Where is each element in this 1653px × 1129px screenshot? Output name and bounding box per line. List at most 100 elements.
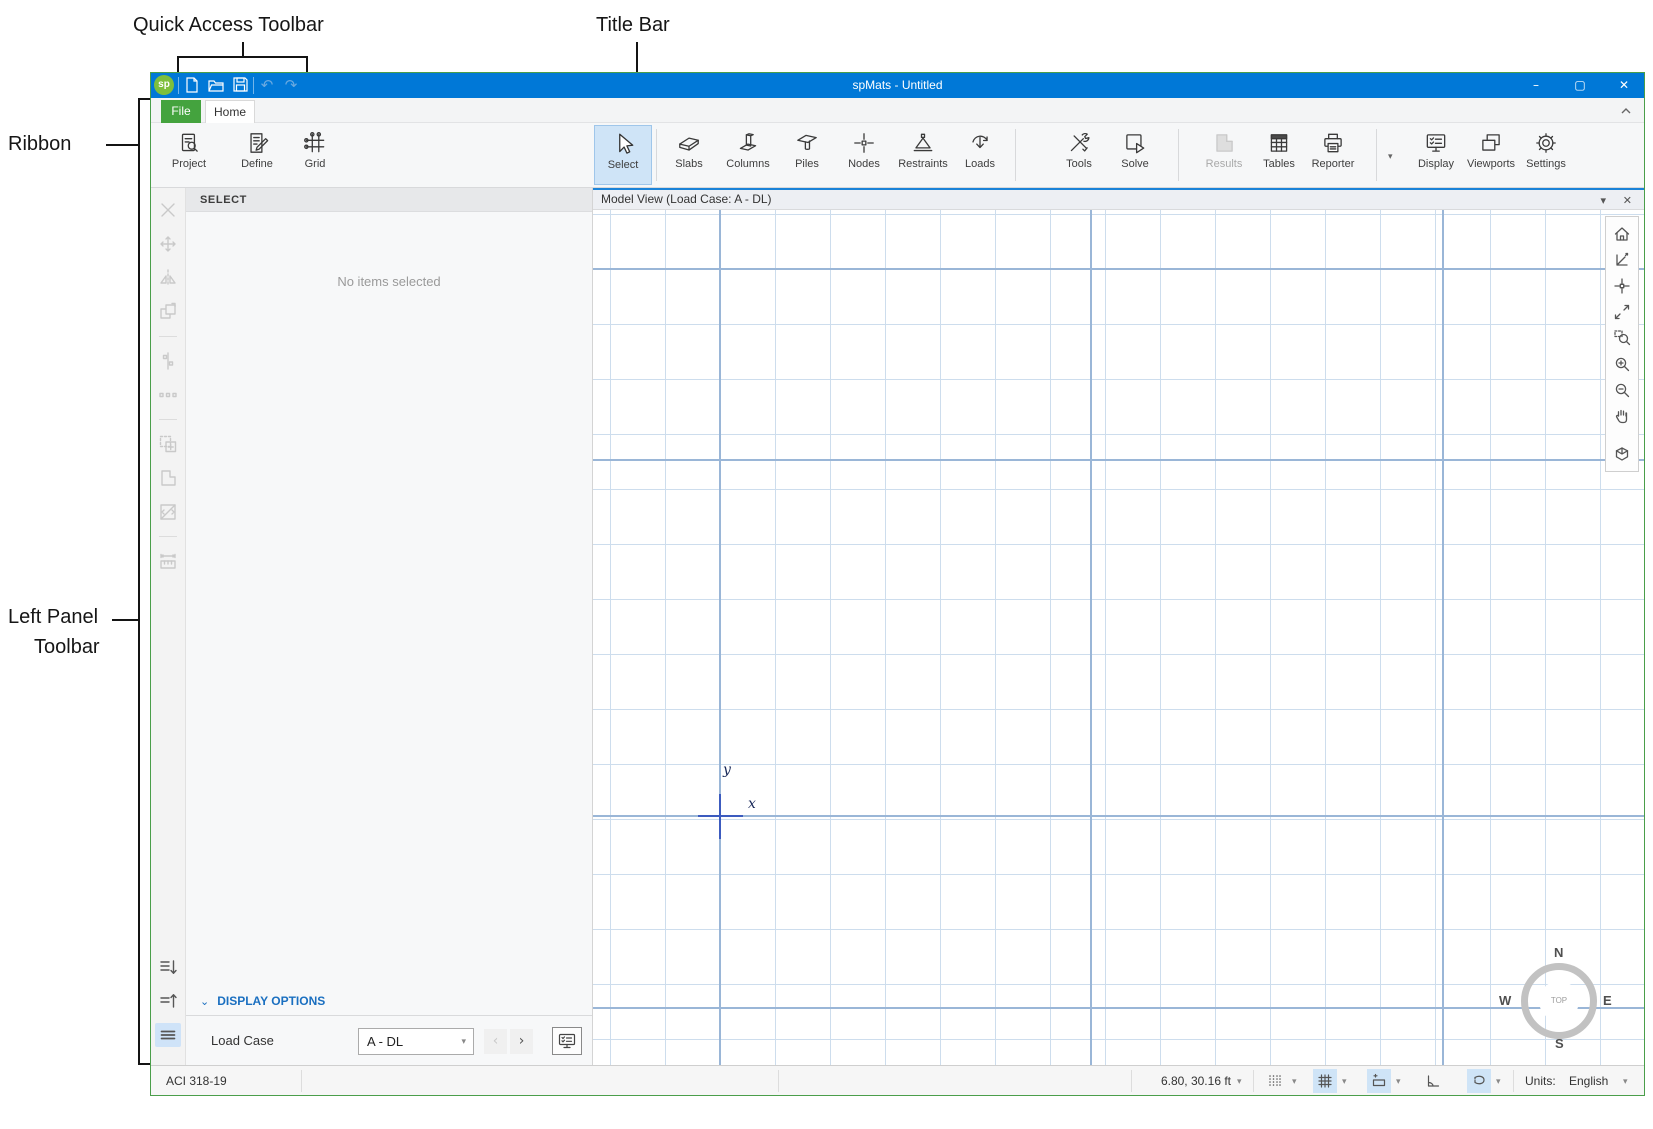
dimension-icon[interactable] <box>155 549 181 573</box>
ribbon-button-settings[interactable]: Settings <box>1517 125 1575 185</box>
model-view-title: Model View (Load Case: A - DL) <box>601 192 772 206</box>
mirror-icon[interactable] <box>155 266 181 290</box>
viewport-window: Model View (Load Case: A - DL) ▾ ✕ <box>593 188 1644 1065</box>
divider <box>1253 1070 1254 1092</box>
zoom-out-icon[interactable] <box>1609 377 1635 403</box>
duplicate-icon[interactable] <box>155 300 181 324</box>
snap-dropdown-icon[interactable]: ▾ <box>1396 1076 1401 1087</box>
align-vertical-icon[interactable] <box>155 349 181 373</box>
ribbon-button-piles[interactable]: Piles <box>778 125 836 185</box>
left-panel-header: SELECT <box>186 188 592 212</box>
angle-toggle[interactable] <box>1421 1069 1445 1093</box>
zoom-extents-icon[interactable] <box>1609 299 1635 325</box>
title-bar[interactable]: sp ↶ ↷ spMats - Untitled – ▢ ✕ <box>151 73 1644 98</box>
scroll-list-up-icon[interactable] <box>155 989 181 1013</box>
align-horizontal-icon[interactable] <box>155 383 181 407</box>
ribbon-button-slabs[interactable]: Slabs <box>660 125 718 185</box>
delete-icon[interactable] <box>155 198 181 222</box>
ribbon-button-restraints[interactable]: Restraints <box>894 125 952 185</box>
annotation-left-panel-toolbar-line1: Left Panel <box>8 606 98 629</box>
compass-top-indicator: TOP <box>1539 981 1579 1021</box>
ribbon-button-columns[interactable]: Columns <box>719 125 777 185</box>
snap-grid-toggle[interactable] <box>1313 1069 1337 1093</box>
ribbon-button-loads[interactable]: Loads <box>951 125 1009 185</box>
lasso-toggle[interactable] <box>1467 1069 1491 1093</box>
menu-icon[interactable] <box>155 1023 181 1047</box>
grid-major-line <box>593 815 1644 817</box>
maximize-button[interactable]: ▢ <box>1558 73 1602 98</box>
viewport-canvas[interactable]: y x <box>593 210 1644 1065</box>
annotation-line <box>138 98 140 1065</box>
divider <box>301 1070 302 1092</box>
units-label: Units: <box>1525 1074 1556 1088</box>
divider <box>778 1070 779 1092</box>
ribbon-button-tables[interactable]: Tables <box>1250 125 1308 185</box>
collapse-ribbon-icon[interactable] <box>1620 104 1632 122</box>
grid-major-line <box>593 1007 1644 1009</box>
view-dropdown-icon[interactable]: ▾ <box>1600 192 1606 211</box>
hatch-icon[interactable] <box>155 500 181 524</box>
main-content: SELECT No items selected ⌄ DISPLAY OPTIO… <box>151 188 1644 1065</box>
orbit-3d-icon[interactable] <box>1609 441 1635 467</box>
paste-attributes-icon[interactable] <box>155 432 181 456</box>
units-dropdown-icon[interactable]: ▾ <box>1623 1076 1628 1087</box>
load-case-dropdown[interactable]: A - DL ▾ <box>358 1028 474 1055</box>
reporter-dropdown-icon[interactable]: ▾ <box>1388 151 1393 162</box>
status-bar: ACI 318-19 6.80, 30.16 ft ▾ ▾ ▾ ▾ <box>151 1065 1644 1095</box>
minimize-button[interactable]: – <box>1514 73 1558 98</box>
ribbon-button-project[interactable]: Project <box>160 125 218 185</box>
annotation-title-bar: Title Bar <box>596 14 670 37</box>
polygon-icon[interactable] <box>155 466 181 490</box>
units-value[interactable]: English <box>1569 1074 1608 1088</box>
zoom-in-icon[interactable] <box>1609 351 1635 377</box>
home-view-icon[interactable] <box>1609 221 1635 247</box>
coordinates-dropdown-icon[interactable]: ▾ <box>1237 1076 1242 1087</box>
annotation-line <box>138 98 150 100</box>
ribbon-button-grid[interactable]: Grid <box>286 125 344 185</box>
compass-south: S <box>1555 1036 1564 1051</box>
point-grid-toggle[interactable] <box>1263 1069 1287 1093</box>
annotation-line <box>177 56 308 58</box>
zoom-center-icon[interactable] <box>1609 273 1635 299</box>
point-grid-dropdown-icon[interactable]: ▾ <box>1292 1076 1297 1087</box>
snap-grid-dropdown-icon[interactable]: ▾ <box>1342 1076 1347 1087</box>
display-options-dialog-button[interactable] <box>552 1027 582 1055</box>
scroll-list-down-icon[interactable] <box>155 955 181 979</box>
ribbon-button-viewports[interactable]: Viewports <box>1462 125 1520 185</box>
tab-file[interactable]: File <box>161 100 201 123</box>
origin-y-axis <box>719 794 721 839</box>
ribbon-button-tools[interactable]: Tools <box>1050 125 1108 185</box>
ribbon-separator <box>1376 129 1377 181</box>
snap-toggle[interactable] <box>1367 1069 1391 1093</box>
zoom-window-icon[interactable] <box>1609 325 1635 351</box>
ribbon-button-reporter[interactable]: Reporter ▾ <box>1304 125 1362 185</box>
divider <box>159 536 177 537</box>
display-options-header[interactable]: ⌄ DISPLAY OPTIONS <box>186 987 592 1015</box>
tab-home[interactable]: Home <box>205 100 255 124</box>
load-case-row: Load Case A - DL ▾ ‹ › <box>186 1015 592 1065</box>
ribbon-button-define[interactable]: Define <box>228 125 286 185</box>
ribbon-button-select[interactable]: Select <box>594 125 652 185</box>
annotation-ribbon: Ribbon <box>8 133 71 156</box>
ribbon-separator <box>656 129 657 181</box>
next-load-case-button[interactable]: › <box>510 1029 533 1054</box>
previous-load-case-button[interactable]: ‹ <box>484 1029 507 1054</box>
ribbon-button-results[interactable]: Results <box>1195 125 1253 185</box>
screenshot-canvas: Quick Access Toolbar Title Bar Ribbon Le… <box>0 0 1653 1129</box>
app-window: sp ↶ ↷ spMats - Untitled – ▢ ✕ File Home <box>150 72 1645 1096</box>
load-case-value: A - DL <box>367 1034 403 1049</box>
ribbon-button-display[interactable]: Display <box>1407 125 1465 185</box>
ribbon-tab-row: File Home <box>151 98 1644 123</box>
close-button[interactable]: ✕ <box>1602 73 1646 98</box>
ribbon-button-nodes[interactable]: Nodes <box>835 125 893 185</box>
ribbon-button-solve[interactable]: Solve <box>1106 125 1164 185</box>
lasso-dropdown-icon[interactable]: ▾ <box>1496 1076 1501 1087</box>
divider <box>1513 1070 1514 1092</box>
window-title: spMats - Untitled <box>151 73 1644 98</box>
annotation-line <box>177 56 179 73</box>
pan-hand-icon[interactable] <box>1609 403 1635 429</box>
axes-view-icon[interactable] <box>1609 247 1635 273</box>
move-icon[interactable] <box>155 232 181 256</box>
view-close-icon[interactable]: ✕ <box>1623 192 1632 211</box>
model-view-title-bar[interactable]: Model View (Load Case: A - DL) ▾ ✕ <box>593 188 1644 210</box>
